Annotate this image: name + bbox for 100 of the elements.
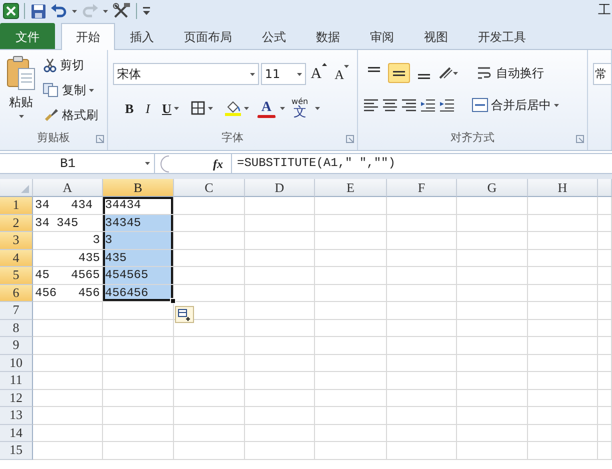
- format-painter-button[interactable]: 格式刷: [39, 104, 102, 126]
- empty-cell: [387, 214, 457, 232]
- empty-cell: [245, 232, 315, 250]
- italic-button[interactable]: I: [142, 96, 154, 120]
- row-header[interactable]: 9: [0, 337, 33, 354]
- caret-icon[interactable]: [315, 106, 320, 110]
- empty-cell: [174, 337, 245, 354]
- table-cell: 34434: [103, 197, 174, 214]
- merge-center-button[interactable]: 合并后居中: [468, 94, 563, 116]
- font-name-field[interactable]: 宋体: [113, 63, 259, 86]
- formula-field[interactable]: =SUBSTITUTE(A1," ",""): [231, 154, 612, 173]
- column-header[interactable]: A: [33, 179, 103, 197]
- phonetic-guide-button[interactable]: wén 文: [288, 96, 312, 120]
- row-header[interactable]: 14: [0, 424, 33, 442]
- caret-icon[interactable]: [280, 106, 285, 110]
- row-header[interactable]: 2: [0, 214, 33, 232]
- grow-font-button[interactable]: A: [308, 62, 330, 86]
- ribbon-tab[interactable]: 开始: [61, 23, 115, 50]
- empty-cell: [245, 337, 315, 354]
- empty-cell: [245, 372, 315, 390]
- ribbon-tab[interactable]: 视图: [409, 23, 463, 49]
- up-caret-icon: [322, 63, 327, 66]
- text-orientation-icon[interactable]: [438, 66, 458, 80]
- save-icon[interactable]: [31, 4, 46, 18]
- column-header[interactable]: H: [528, 179, 598, 197]
- caret-icon[interactable]: [103, 10, 108, 12]
- column-header[interactable]: E: [315, 179, 387, 197]
- ribbon-tab[interactable]: 页面布局: [169, 23, 247, 49]
- empty-cell: [598, 372, 612, 390]
- shrink-font-button[interactable]: A: [332, 64, 352, 85]
- row-header[interactable]: 5: [0, 267, 33, 284]
- column-header[interactable]: F: [387, 179, 457, 197]
- empty-cell: [457, 372, 528, 390]
- row-header[interactable]: 7: [0, 302, 33, 320]
- caret-icon[interactable]: [72, 10, 77, 12]
- column-header[interactable]: D: [245, 179, 315, 197]
- font-size-field[interactable]: 11: [260, 63, 306, 86]
- underline-button[interactable]: U: [158, 96, 184, 120]
- ribbon-tab[interactable]: 数据: [301, 23, 355, 49]
- column-header[interactable]: C: [174, 179, 245, 197]
- separator-icon: [136, 3, 138, 19]
- empty-cell: [245, 442, 315, 460]
- empty-cell: [387, 372, 457, 390]
- ribbon-tab[interactable]: 开发工具: [463, 23, 541, 49]
- caret-icon[interactable]: [250, 72, 255, 76]
- number-format-field[interactable]: 常: [593, 63, 611, 85]
- cut-button[interactable]: 剪切: [39, 54, 102, 76]
- name-box-value: B1: [60, 154, 76, 173]
- increase-indent-icon[interactable]: [439, 98, 455, 112]
- horizontal-align-icon[interactable]: [382, 98, 398, 112]
- tools-icon[interactable]: [113, 3, 131, 19]
- paste-button[interactable]: 粘贴: [5, 54, 37, 130]
- autofill-options-button[interactable]: [175, 306, 194, 323]
- caret-icon[interactable]: [296, 72, 302, 76]
- row-header[interactable]: 10: [0, 354, 33, 372]
- row-header[interactable]: 1: [0, 197, 33, 214]
- empty-cell: [457, 442, 528, 460]
- empty-cell: [598, 354, 612, 372]
- customize-toolbar-icon[interactable]: [143, 7, 150, 15]
- horizontal-align-icon[interactable]: [401, 98, 417, 112]
- empty-cell: [387, 390, 457, 407]
- name-box[interactable]: B1: [0, 154, 155, 173]
- row-header[interactable]: 13: [0, 407, 33, 424]
- bold-button[interactable]: B: [121, 96, 138, 120]
- empty-cell: [245, 424, 315, 442]
- file-tab[interactable]: 文件: [0, 23, 55, 49]
- row-header[interactable]: 11: [0, 372, 33, 390]
- empty-cell: [245, 197, 315, 214]
- align-lines-icon: [418, 74, 430, 79]
- wrap-text-button[interactable]: 自动换行: [473, 62, 548, 84]
- row-header[interactable]: 6: [0, 284, 33, 302]
- row-header[interactable]: 15: [0, 442, 33, 460]
- font-size-value: 11: [264, 66, 280, 84]
- decrease-indent-icon[interactable]: [420, 98, 436, 112]
- caret-icon[interactable]: [145, 162, 150, 165]
- row-header[interactable]: 8: [0, 320, 33, 337]
- borders-icon: [191, 101, 206, 116]
- horizontal-align-icon[interactable]: [363, 98, 379, 112]
- empty-cell: [174, 424, 245, 442]
- undo-icon[interactable]: [51, 4, 67, 18]
- column-header[interactable]: G: [457, 179, 528, 197]
- empty-cell: [457, 390, 528, 407]
- insert-function-button[interactable]: fx: [213, 154, 223, 172]
- copy-button[interactable]: 复制: [39, 79, 102, 101]
- empty-cell: [387, 250, 457, 267]
- fill-handle[interactable]: [170, 298, 176, 304]
- vertical-align-button[interactable]: [388, 63, 410, 83]
- row-header[interactable]: 12: [0, 390, 33, 407]
- empty-cell: [387, 197, 457, 214]
- ribbon-tab[interactable]: 插入: [115, 23, 169, 49]
- group-title: 剪贴板: [37, 131, 70, 144]
- column-header[interactable]: B: [103, 179, 174, 197]
- ribbon-tab[interactable]: 公式: [247, 23, 301, 49]
- empty-cell: [245, 354, 315, 372]
- row-header[interactable]: 4: [0, 250, 33, 267]
- empty-cell: [103, 337, 174, 354]
- empty-cell: [598, 320, 612, 337]
- font-color-button[interactable]: A: [257, 98, 276, 118]
- row-header[interactable]: 3: [0, 232, 33, 250]
- ribbon-tab[interactable]: 审阅: [355, 23, 409, 49]
